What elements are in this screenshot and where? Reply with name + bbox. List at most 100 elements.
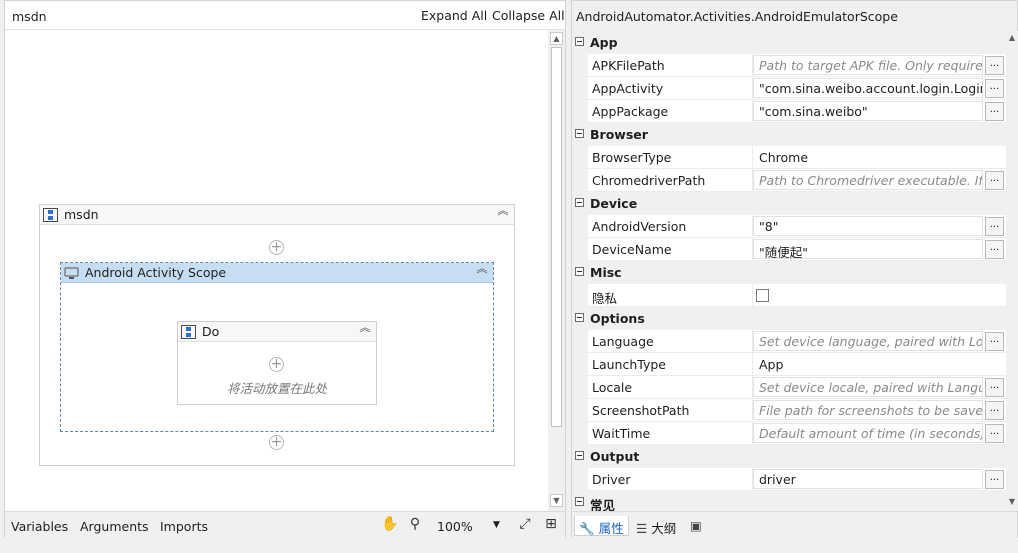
collapse-square-icon[interactable] xyxy=(575,37,584,46)
pan-hand-icon[interactable]: ✋ xyxy=(381,516,399,534)
property-value-field[interactable]: App xyxy=(753,354,983,374)
property-value-field[interactable]: Path to target APK file. Only required i xyxy=(753,55,983,75)
collapse-icon[interactable]: ︽ xyxy=(358,322,372,339)
ellipsis-button[interactable]: ... xyxy=(985,401,1004,420)
add-activity-icon[interactable]: + xyxy=(269,435,284,450)
property-row[interactable]: Language Set device language, paired with… xyxy=(572,330,1006,353)
category-header[interactable]: 常见 xyxy=(572,491,1006,511)
property-name: ScreenshotPath xyxy=(592,403,690,418)
arguments-tab[interactable]: Arguments xyxy=(80,519,149,534)
property-row[interactable]: APKFilePath Path to target APK file. Only… xyxy=(572,54,1006,77)
ellipsis-button[interactable]: ... xyxy=(985,79,1004,98)
designer-footer: Variables Arguments Imports ✋ ⚲ 100% ▼ ⤢… xyxy=(5,511,565,538)
property-row[interactable]: AppActivity "com.sina.weibo.account.login… xyxy=(572,77,1006,100)
property-value-field[interactable]: Path to Chromedriver executable. If no xyxy=(753,170,983,190)
fit-to-screen-icon[interactable]: ⤢ xyxy=(516,516,534,534)
property-checkbox[interactable] xyxy=(756,289,769,302)
property-grid: App APKFilePath Path to target APK file. O… xyxy=(572,31,1006,511)
property-row[interactable]: BrowserType Chrome xyxy=(572,146,1006,169)
property-row[interactable]: DeviceName "随便起"... xyxy=(572,238,1006,261)
zoom-level[interactable]: 100% xyxy=(437,519,473,534)
property-row[interactable]: AppPackage "com.sina.weibo"... xyxy=(572,100,1006,123)
scroll-up-icon[interactable]: ▲ xyxy=(1006,33,1018,45)
property-value-field[interactable]: driver xyxy=(753,469,983,489)
property-row[interactable]: ScreenshotPath File path for screenshots … xyxy=(572,399,1006,422)
zoom-magnifier-icon[interactable]: ⚲ xyxy=(406,516,424,534)
do-header[interactable]: Do ︽ xyxy=(178,322,376,342)
property-row[interactable]: Driver driver... xyxy=(572,468,1006,491)
breadcrumb[interactable]: msdn xyxy=(12,9,47,24)
tab-object-browser[interactable]: ▣ xyxy=(686,516,706,536)
sequence-activity[interactable]: msdn ︽ + Android Activity Scope ︽ Do ︽ +… xyxy=(39,204,515,466)
category-name: Options xyxy=(590,311,645,326)
overview-map-icon[interactable]: ⊞ xyxy=(542,516,560,534)
chevron-down-icon[interactable]: ▼ xyxy=(493,520,500,530)
designer-canvas[interactable]: msdn ︽ + Android Activity Scope ︽ Do ︽ +… xyxy=(5,30,548,511)
android-activity-scope[interactable]: Android Activity Scope ︽ Do ︽ + 将活动放置在此处 xyxy=(60,262,494,432)
ellipsis-button[interactable]: ... xyxy=(985,378,1004,397)
property-value-field[interactable]: Chrome xyxy=(753,147,983,167)
collapse-all-button[interactable]: Collapse All xyxy=(492,8,565,23)
scroll-thumb[interactable] xyxy=(551,47,562,427)
category-header[interactable]: App xyxy=(572,31,1006,54)
ellipsis-button[interactable]: ... xyxy=(985,424,1004,443)
variables-tab[interactable]: Variables xyxy=(11,519,68,534)
scroll-up-icon[interactable]: ▲ xyxy=(550,32,563,45)
add-activity-icon[interactable]: + xyxy=(269,357,284,372)
property-row[interactable]: ChromedriverPath Path to Chromedriver exe… xyxy=(572,169,1006,192)
android-device-icon xyxy=(64,267,79,279)
collapse-icon[interactable]: ︽ xyxy=(496,205,510,222)
property-value-field[interactable]: Set device language, paired with Local xyxy=(753,331,983,351)
property-value-field[interactable]: "com.sina.weibo" xyxy=(753,101,983,121)
ellipsis-button[interactable]: ... xyxy=(985,240,1004,259)
property-row[interactable]: AndroidVersion "8"... xyxy=(572,215,1006,238)
property-value-field[interactable]: "com.sina.weibo.account.login.LoginAc xyxy=(753,78,983,98)
property-value-field[interactable]: File path for screenshots to be saved ir xyxy=(753,400,983,420)
collapse-square-icon[interactable] xyxy=(575,313,584,322)
ellipsis-button[interactable]: ... xyxy=(985,102,1004,121)
properties-vertical-scrollbar[interactable]: ▲ ▼ xyxy=(1006,31,1018,511)
property-value-field[interactable]: "8" xyxy=(753,216,983,236)
tab-properties[interactable]: 🔧 属性 xyxy=(574,516,629,536)
collapse-square-icon[interactable] xyxy=(575,267,584,276)
property-name: BrowserType xyxy=(592,150,672,165)
collapse-square-icon[interactable] xyxy=(575,198,584,207)
property-row[interactable]: WaitTime Default amount of time (in secon… xyxy=(572,422,1006,445)
ellipsis-button[interactable]: ... xyxy=(985,56,1004,75)
scope-header[interactable]: Android Activity Scope ︽ xyxy=(61,263,493,283)
ellipsis-button[interactable]: ... xyxy=(985,470,1004,489)
scroll-down-icon[interactable]: ▼ xyxy=(1006,497,1018,509)
property-row[interactable]: 隐私 xyxy=(572,284,1006,307)
property-value-field[interactable]: Set device locale, paired with Languag xyxy=(753,377,983,397)
scroll-down-icon[interactable]: ▼ xyxy=(550,494,563,507)
sequence-header[interactable]: msdn ︽ xyxy=(40,205,514,225)
collapse-icon[interactable]: ︽ xyxy=(475,263,489,280)
designer-vertical-scrollbar[interactable]: ▲ ▼ xyxy=(548,30,565,511)
column-divider[interactable] xyxy=(752,284,753,306)
do-sequence[interactable]: Do ︽ + 将活动放置在此处 xyxy=(177,321,377,405)
collapse-square-icon[interactable] xyxy=(575,497,584,506)
category-header[interactable]: Options xyxy=(572,307,1006,330)
category-header[interactable]: Browser xyxy=(572,123,1006,146)
category-header[interactable]: Misc xyxy=(572,261,1006,284)
tab-outline[interactable]: ☰ 大纲 xyxy=(632,516,680,536)
category-header[interactable]: Device xyxy=(572,192,1006,215)
collapse-square-icon[interactable] xyxy=(575,129,584,138)
app-window: msdn Expand All Collapse All msdn ︽ + An… xyxy=(0,0,1018,553)
row-gutter xyxy=(572,54,588,76)
property-row[interactable]: LaunchType App xyxy=(572,353,1006,376)
activity-type-name: AndroidAutomator.Activities.AndroidEmula… xyxy=(576,9,898,24)
property-name: AndroidVersion xyxy=(592,219,687,234)
ellipsis-button[interactable]: ... xyxy=(985,171,1004,190)
expand-all-button[interactable]: Expand All xyxy=(421,8,487,23)
collapse-square-icon[interactable] xyxy=(575,451,584,460)
property-row[interactable]: Locale Set device locale, paired with Lan… xyxy=(572,376,1006,399)
property-value-field[interactable]: Default amount of time (in seconds) th xyxy=(753,423,983,443)
property-value-field[interactable]: "随便起" xyxy=(753,239,983,259)
add-activity-icon[interactable]: + xyxy=(269,240,284,255)
ellipsis-button[interactable]: ... xyxy=(985,217,1004,236)
ellipsis-button[interactable]: ... xyxy=(985,332,1004,351)
imports-tab[interactable]: Imports xyxy=(160,519,208,534)
object-browser-icon: ▣ xyxy=(690,518,702,533)
category-header[interactable]: Output xyxy=(572,445,1006,468)
